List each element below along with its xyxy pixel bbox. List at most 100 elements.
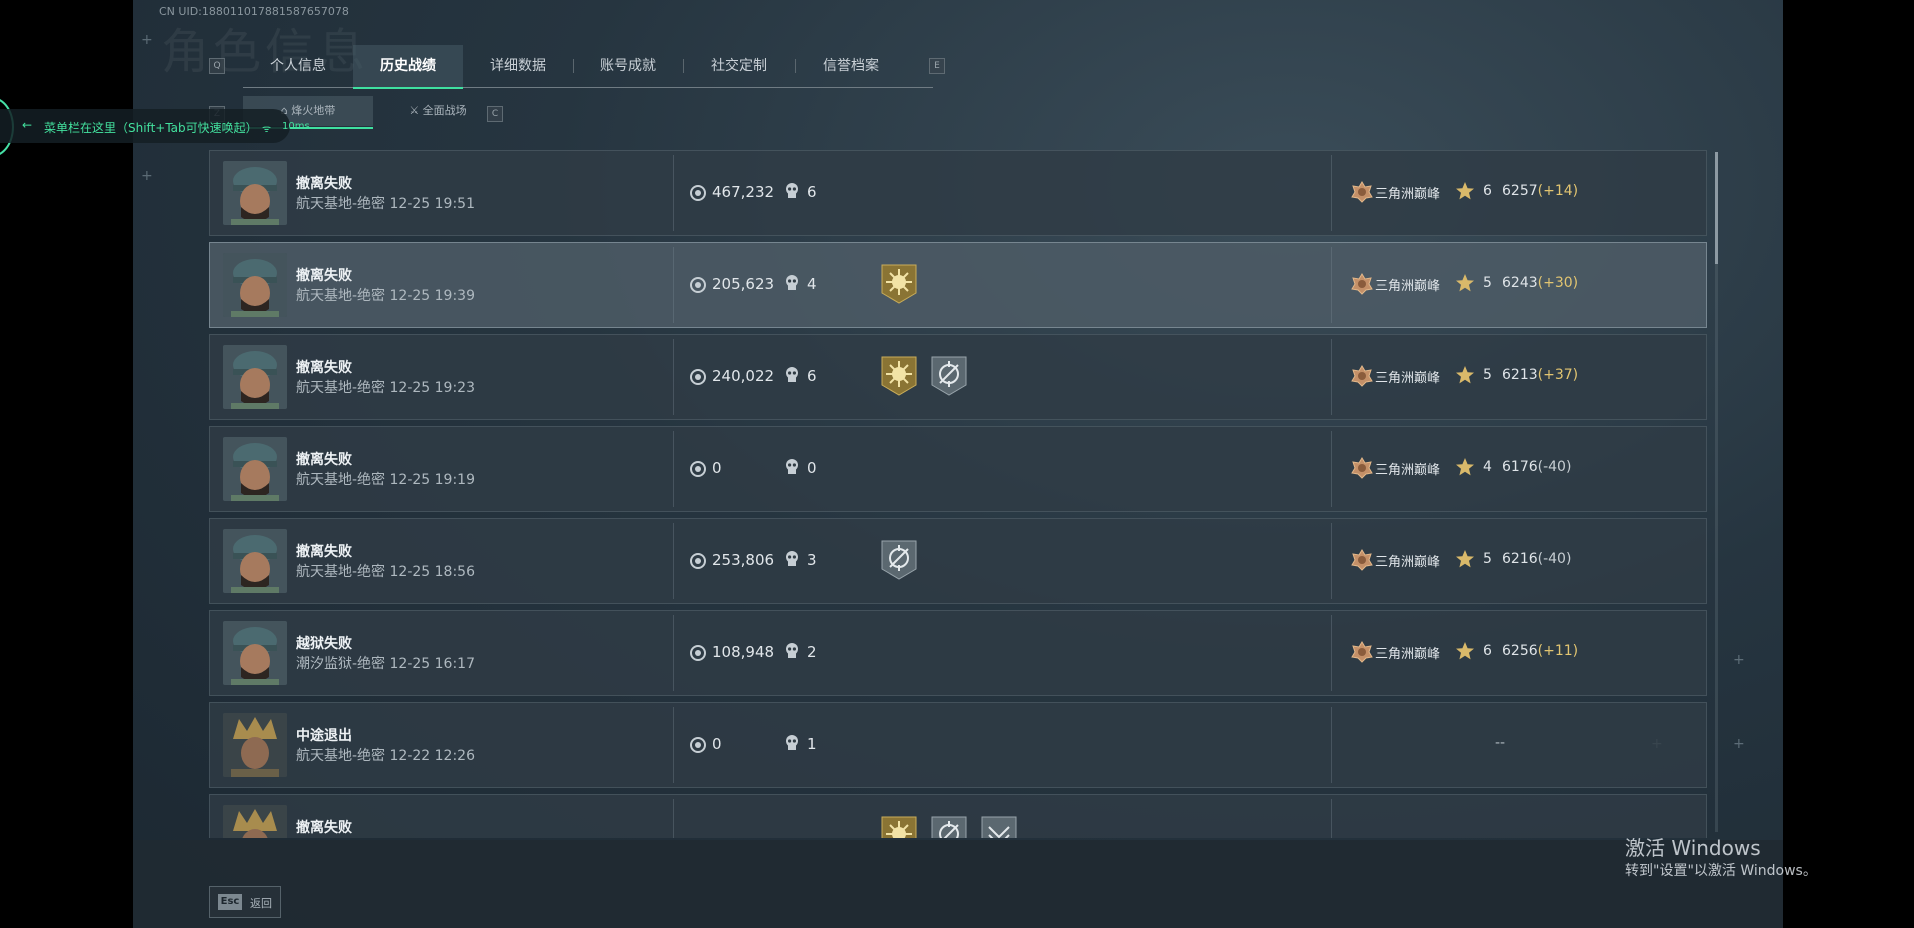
row-divider — [1331, 155, 1332, 231]
coin-icon — [690, 645, 706, 661]
score-delta: (+14) — [1537, 183, 1579, 199]
star-count: 4 — [1483, 459, 1492, 475]
rank-name: 三角洲巅峰 — [1375, 279, 1441, 294]
match-result: 撤离失败 — [296, 268, 352, 284]
operator-avatar — [223, 253, 287, 317]
score-value: 6256 — [1502, 643, 1538, 659]
loot-value: 240,022 — [712, 367, 775, 385]
row-divider — [673, 247, 674, 323]
row-divider — [673, 431, 674, 507]
crosshair-badge-icon[interactable] — [880, 539, 918, 581]
match-map-time: 潮汐监狱-绝密 12-25 16:17 — [296, 656, 475, 672]
subtab-havoc-label: 烽火地带 — [291, 104, 336, 117]
tab-social[interactable]: 社交定制 — [683, 45, 795, 87]
match-row[interactable]: 撤离失败 航天基地-绝密 12-25 19:23 240,022 6 三角洲巅峰 5 621… — [209, 334, 1707, 420]
coin-icon — [690, 277, 706, 293]
tab-match-history[interactable]: 历史战绩 — [353, 45, 463, 89]
wifi-icon: ᯤ — [262, 124, 272, 135]
match-row[interactable]: 越狱失败 潮汐监狱-绝密 12-25 16:17 108,948 2 三角洲巅峰 6 625… — [209, 610, 1707, 696]
operator-avatar — [223, 345, 287, 409]
row-divider — [1331, 247, 1332, 323]
rank-score: 6243(+30) — [1502, 275, 1578, 291]
rank-emblem-icon — [1351, 365, 1373, 387]
star-count: 5 — [1483, 275, 1492, 291]
subtab-warfare-label: 全面战场 — [422, 104, 467, 117]
skull-icon — [785, 459, 799, 475]
rank-score: 6256(+11) — [1502, 643, 1578, 659]
ping-value: 10ms — [282, 121, 310, 132]
match-row[interactable]: 撤离失败 航天基地-绝密 12-25 18:56 253,806 3 三角洲巅峰 5 621… — [209, 518, 1707, 604]
rank-name: 三角洲巅峰 — [1375, 187, 1441, 202]
match-result: 撤离失败 — [296, 452, 352, 468]
crosshair-decor-icon: + — [1733, 736, 1745, 752]
star-count: 6 — [1483, 183, 1492, 199]
main-tab-bar: 个人信息 历史战绩 详细数据 账号成就 社交定制 信誉档案 — [243, 45, 933, 89]
gold-burst-badge-icon[interactable] — [880, 815, 918, 838]
operator-avatar — [223, 161, 287, 225]
kill-count: 2 — [807, 643, 817, 661]
crosshair-decor-icon: + — [1733, 652, 1745, 668]
score-value: 6257 — [1502, 183, 1538, 199]
back-button[interactable]: Esc 返回 — [209, 886, 281, 918]
player-uid: CN UID:1880110178815876570​78 — [159, 5, 349, 18]
scrollbar-thumb[interactable] — [1715, 152, 1718, 264]
warfare-icon: ⚔ — [409, 104, 423, 117]
match-map-time: 航天基地-绝密 12-25 19:39 — [296, 288, 475, 304]
loot-value: 205,623 — [712, 275, 775, 293]
score-delta: (+37) — [1537, 367, 1579, 383]
tab-reputation[interactable]: 信誉档案 — [795, 45, 907, 87]
windows-activation-title: 激活 Windows — [1625, 836, 1761, 860]
crosshair-decor-icon: + — [141, 168, 153, 184]
row-divider — [673, 155, 674, 231]
rank-score: 6216(-40) — [1502, 551, 1571, 567]
list-scrollbar[interactable] — [1715, 152, 1718, 832]
match-row[interactable]: 撤离失败 航天基地-绝密 12-25 19:19 0 0 三角洲巅峰 4 6176(-40) — [209, 426, 1707, 512]
row-divider — [1331, 707, 1332, 783]
gold-burst-badge-icon[interactable] — [880, 355, 918, 397]
star-icon — [1455, 365, 1475, 385]
match-row[interactable]: 撤离失败 航天基地-绝密 12-25 19:51 467,232 6 三角洲巅峰 6 625… — [209, 150, 1707, 236]
star-icon — [1455, 641, 1475, 661]
match-result: 越狱失败 — [296, 636, 352, 652]
tab-prev-key[interactable]: Q — [209, 58, 225, 74]
gold-burst-badge-icon[interactable] — [880, 263, 918, 305]
chevron-badge-icon[interactable] — [980, 815, 1018, 838]
tab-personal-info[interactable]: 个人信息 — [243, 45, 353, 87]
back-label: 返回 — [250, 897, 272, 910]
coin-icon — [690, 737, 706, 753]
coin-icon — [690, 369, 706, 385]
skull-icon — [785, 643, 799, 659]
subtab-warfare[interactable]: ⚔ 全面战场 — [373, 96, 503, 126]
row-divider — [1331, 523, 1332, 599]
row-divider — [673, 707, 674, 783]
tab-achievements[interactable]: 账号成就 — [573, 45, 683, 87]
match-row[interactable]: 撤离失败 — [209, 794, 1707, 838]
tab-next-key[interactable]: E — [929, 58, 945, 74]
subtab-next-key[interactable]: C — [487, 106, 503, 122]
menu-hint-bar[interactable]: ← 菜单栏在这里（Shift+Tab可快速唤起） ᯤ 10ms — [0, 109, 310, 143]
star-count: 5 — [1483, 367, 1492, 383]
coin-icon — [690, 461, 706, 477]
match-row[interactable]: 撤离失败 航天基地-绝密 12-25 19:39 205,623 4 三角洲巅峰 5 624… — [209, 242, 1707, 328]
score-delta: (-40) — [1537, 459, 1572, 475]
menu-hint-text: 菜单栏在这里（Shift+Tab可快速唤起） — [44, 121, 258, 135]
operator-avatar — [223, 805, 287, 838]
rank-placeholder: -- — [1495, 735, 1506, 751]
skull-icon — [785, 735, 799, 751]
row-divider — [673, 615, 674, 691]
score-value: 6216 — [1502, 551, 1538, 567]
loot-value: 253,806 — [712, 551, 775, 569]
kill-count: 6 — [807, 183, 817, 201]
skull-icon — [785, 183, 799, 199]
score-value: 6176 — [1502, 459, 1538, 475]
skull-icon — [785, 367, 799, 383]
crosshair-badge-icon[interactable] — [930, 815, 968, 838]
crosshair-badge-icon[interactable] — [930, 355, 968, 397]
tab-detailed-data[interactable]: 详细数据 — [463, 45, 573, 87]
match-map-time: 航天基地-绝密 12-25 19:19 — [296, 472, 475, 488]
score-delta: (+30) — [1537, 275, 1579, 291]
match-result: 撤离失败 — [296, 544, 352, 560]
match-row[interactable]: 中途退出 航天基地-绝密 12-22 12:26 0 1 -- — [209, 702, 1707, 788]
loot-value: 108,948 — [712, 643, 775, 661]
star-icon — [1455, 273, 1475, 293]
